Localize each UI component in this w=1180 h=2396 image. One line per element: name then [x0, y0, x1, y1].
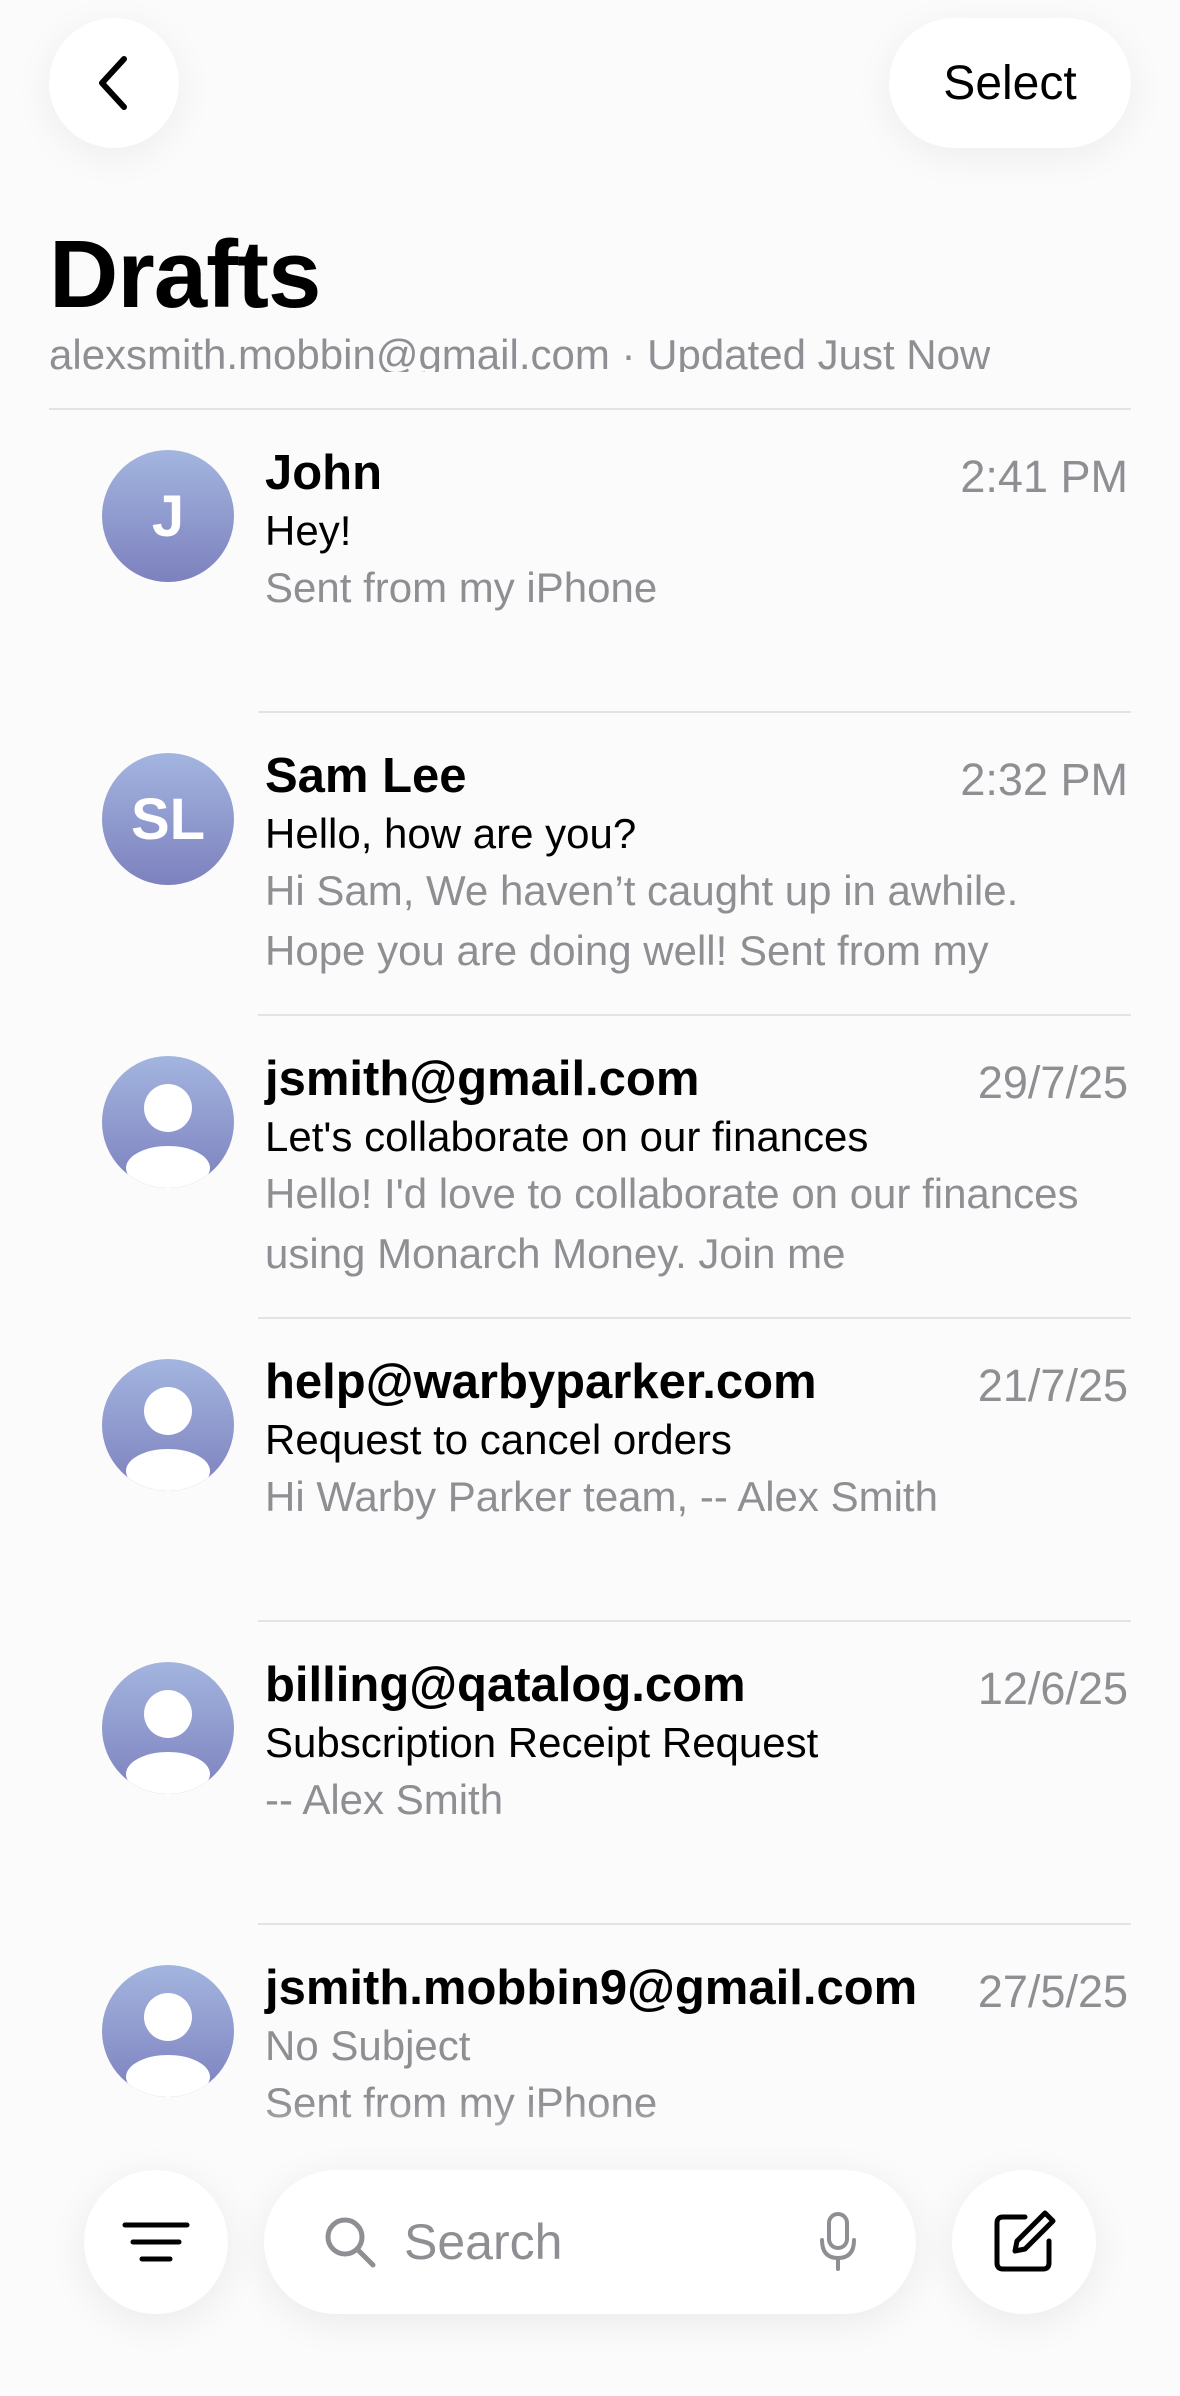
person-icon	[126, 1387, 210, 1491]
account-status: alexsmith.mobbin@gmail.com · Updated Jus…	[49, 331, 991, 372]
avatar	[102, 1359, 234, 1491]
page-title: Drafts	[49, 221, 321, 328]
draft-row[interactable]: J John 2:41 PM Hey! Sent from my iPhone	[0, 410, 1180, 713]
preview: Sent from my iPhone	[265, 564, 658, 611]
subject: Request to cancel orders	[265, 1416, 732, 1463]
draft-row[interactable]: billing@qatalog.com 12/6/25 Subscription…	[0, 1622, 1180, 1925]
person-icon	[126, 1993, 210, 2097]
timestamp: 29/7/25	[977, 1057, 1128, 1108]
timestamp: 2:32 PM	[960, 754, 1128, 805]
chevron-left-icon	[99, 56, 127, 110]
select-button[interactable]: Select	[889, 18, 1131, 148]
avatar	[102, 1662, 234, 1794]
subject: Hey!	[265, 507, 352, 554]
magnifier-icon	[325, 2217, 376, 2268]
subject: Hello, how are you?	[265, 810, 637, 857]
subject: No Subject	[265, 2022, 471, 2069]
compose-button[interactable]	[952, 2170, 1096, 2314]
draft-row[interactable]: jsmith@gmail.com 29/7/25 Let's collabora…	[0, 1016, 1180, 1319]
timestamp: 21/7/25	[977, 1360, 1128, 1411]
sender: jsmith@gmail.com	[265, 1052, 700, 1106]
preview: -- Alex Smith	[265, 1776, 504, 1823]
timestamp: 12/6/25	[977, 1663, 1128, 1714]
microphone-icon[interactable]	[818, 2212, 858, 2272]
preview: Hi Sam, We haven’t caught up in awhile. …	[265, 867, 1019, 974]
avatar	[102, 1056, 234, 1188]
draft-row[interactable]: SL Sam Lee 2:32 PM Hello, how are you? H…	[0, 713, 1180, 1016]
avatar-initials: J	[151, 483, 185, 549]
sender: jsmith.mobbin9@gmail.com	[265, 1961, 918, 2015]
preview: Hello! I'd love to collaborate on our fi…	[265, 1170, 1079, 1277]
draft-row[interactable]: help@warbyparker.com 21/7/25 Request to …	[0, 1319, 1180, 1622]
avatar	[102, 1965, 234, 2097]
sender: John	[265, 446, 383, 500]
subject: Let's collaborate on our finances	[265, 1113, 869, 1160]
avatar-initials: SL	[130, 786, 206, 852]
search-placeholder: Search	[404, 2214, 563, 2270]
filter-button[interactable]	[84, 2170, 228, 2314]
person-icon	[126, 1084, 210, 1188]
sender: billing@qatalog.com	[265, 1658, 746, 1712]
subject: Subscription Receipt Request	[265, 1719, 819, 1766]
timestamp: 2:41 PM	[960, 451, 1128, 502]
back-button[interactable]	[49, 18, 179, 148]
sender: Sam Lee	[265, 749, 467, 803]
person-icon	[126, 1690, 210, 1794]
search-input[interactable]: Search	[264, 2170, 916, 2314]
filter-lines-icon	[122, 2222, 190, 2262]
avatar: SL	[102, 753, 234, 885]
sender: help@warbyparker.com	[265, 1355, 817, 1409]
drafts-list: J John 2:41 PM Hey! Sent from my iPhone …	[0, 410, 1180, 2228]
timestamp: 27/5/25	[977, 1966, 1128, 2017]
avatar: J	[102, 450, 234, 582]
preview: Hi Warby Parker team, -- Alex Smith	[265, 1473, 938, 1520]
compose-icon	[994, 2210, 1056, 2272]
